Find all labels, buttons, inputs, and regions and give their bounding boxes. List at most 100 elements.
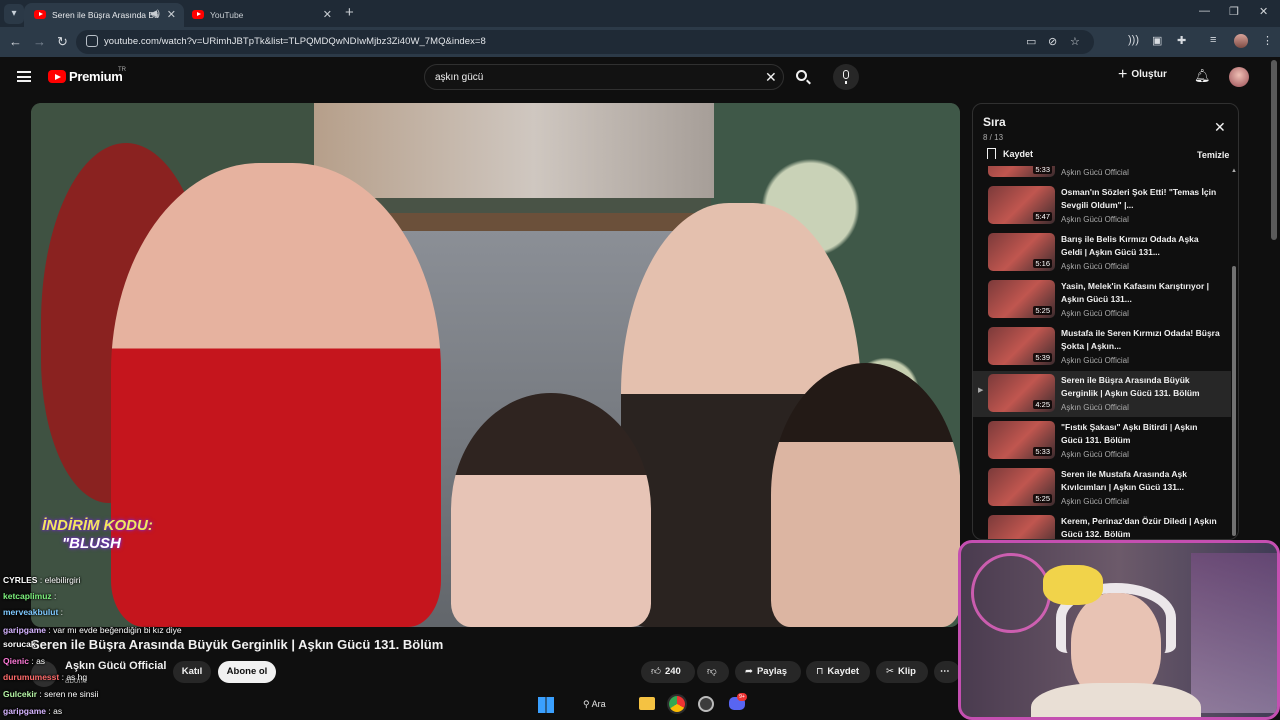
reload-icon[interactable]: ↻	[57, 34, 68, 50]
restore-icon[interactable]: ❐	[1229, 5, 1239, 18]
audio-playing-icon[interactable]: ◀)	[150, 8, 160, 19]
like-button[interactable]: 👍︎ 240	[641, 661, 695, 683]
reading-list-icon[interactable]: ≡	[1210, 34, 1216, 46]
channel-name[interactable]: Aşkın Gücü Official	[65, 660, 166, 672]
scroll-up-icon[interactable]: ▲	[1231, 168, 1237, 174]
voice-search-button[interactable]	[833, 64, 859, 90]
back-icon[interactable]: ←	[9, 34, 22, 49]
browser-profile-avatar[interactable]	[1234, 34, 1248, 48]
subscribe-button[interactable]: Abone ol	[218, 661, 276, 683]
duration: 4:25	[1033, 400, 1052, 409]
queue-item[interactable]: 5:25 Seren ile Mustafa Arasında Aşk Kıvı…	[973, 465, 1231, 511]
queue-scroll-thumb[interactable]	[1232, 266, 1236, 536]
chat-line: garipgame : as	[3, 706, 62, 716]
tab-youtube[interactable]: YouTube ✕	[182, 3, 340, 27]
video-scene-poster	[314, 103, 714, 198]
notifications-bell-icon[interactable]: 🔔︎	[1194, 68, 1211, 84]
tracking-off-icon[interactable]: ⊘	[1048, 35, 1057, 48]
now-playing-icon: ▶	[978, 387, 984, 394]
more-actions-button[interactable]: ⋯	[934, 661, 960, 683]
clip-button[interactable]: ✂ Klip	[876, 661, 928, 683]
queue-item[interactable]: 5:47 Osman'ın Sözleri Şok Etti! "Temas İ…	[973, 183, 1231, 229]
chat-message: : elebilirgiri	[39, 575, 81, 585]
queue-item[interactable]: 5:39 Mustafa ile Seren Kırmızı Odada! Bü…	[973, 324, 1231, 370]
share-button[interactable]: ➦ Paylaş	[735, 661, 801, 683]
chat-message: : as	[48, 706, 63, 716]
close-queue-icon[interactable]: ✕	[1214, 119, 1226, 136]
chat-line: sorucak	[3, 639, 36, 649]
address-bar[interactable]: youtube.com/watch?v=URimhJBTpTk&list=TLP…	[76, 30, 1094, 54]
chat-message: : as	[31, 656, 46, 666]
queue-item[interactable]: 5:33 "Fıstık Şakası" Aşkı Bitirdi | Aşkı…	[973, 418, 1231, 464]
chat-user: Gulcekir	[3, 689, 38, 699]
queue-item[interactable]: 5:16 Barış ile Belis Kırmızı Odada Aşka …	[973, 230, 1231, 276]
queue-video-title: "Fıstık Şakası" Aşkı Bitirdi | Aşkın Güc…	[1061, 422, 1198, 445]
queue-thumbnail	[988, 515, 1055, 539]
account-avatar[interactable]	[1229, 67, 1249, 87]
file-explorer-icon[interactable]	[639, 697, 655, 710]
forward-icon[interactable]: →	[33, 34, 46, 49]
windows-start-icon[interactable]	[538, 697, 554, 713]
tab-close-icon[interactable]: ✕	[323, 8, 332, 21]
queue-item[interactable]: Kerem, Perinaz'dan Özür Diledi | Aşkın G…	[973, 512, 1231, 539]
join-button[interactable]: Katıl	[173, 661, 211, 683]
chat-line: Gulcekir : seren ne sinsii	[3, 689, 98, 699]
queue-thumbnail: 4:25	[988, 374, 1055, 412]
tab-close-icon[interactable]: ✕	[167, 8, 176, 21]
plus-icon: +	[1118, 66, 1128, 83]
cast-icon[interactable]: ▭	[1026, 35, 1036, 48]
menu-icon[interactable]	[17, 71, 31, 82]
app-icon[interactable]	[698, 696, 714, 712]
save-button[interactable]: ⊓ Kaydet	[806, 661, 870, 683]
bookmark-icon: ⊓	[816, 666, 824, 677]
webcam-shelf	[1191, 553, 1277, 713]
more-icon: ⋯	[940, 666, 950, 677]
dislike-button[interactable]: 👎︎	[697, 661, 729, 683]
search-button[interactable]	[786, 64, 818, 90]
taskbar-search[interactable]: ⚲ Ara	[583, 699, 606, 720]
tab-active-video[interactable]: Seren ile Büşra Arasında Bü ◀) ✕	[24, 3, 184, 27]
page-scrollbar[interactable]	[1271, 60, 1277, 240]
youtube-premium-wordmark[interactable]: Premium	[69, 69, 123, 84]
queue-item[interactable]: 5:25 Yasin, Melek'in Kafasını Karıştırıy…	[973, 277, 1231, 323]
minimize-icon[interactable]: —	[1199, 5, 1210, 17]
bookmark-star-icon[interactable]: ☆	[1070, 35, 1080, 48]
video-scene-person-red-dress	[111, 163, 441, 627]
extensions-puzzle-icon[interactable]: ✚	[1177, 34, 1186, 47]
queue-item-current[interactable]: ▶ 4:25 Seren ile Büşra Arasında Büyük Ge…	[973, 371, 1231, 417]
taskbar-search-label: Ara	[591, 699, 606, 709]
queue-channel: Aşkın Gücü Official	[1061, 215, 1129, 224]
url-text: youtube.com/watch?v=URimhJBTpTk&list=TLP…	[104, 36, 486, 47]
notification-badge: 9+	[737, 693, 747, 701]
queue-scrollbar[interactable]: ▲	[1231, 166, 1237, 539]
save-queue-label: Kaydet	[1003, 149, 1034, 159]
clear-queue-button[interactable]: Temizle	[1197, 150, 1229, 160]
chat-user: garipgame	[3, 625, 46, 635]
queue-thumbnail: 5:47	[988, 186, 1055, 224]
youtube-favicon-icon	[192, 10, 204, 19]
queue-thumbnail: 5:25	[988, 468, 1055, 506]
extension-box-icon[interactable]: ▣	[1152, 34, 1162, 47]
new-tab-button[interactable]: +	[345, 4, 354, 21]
close-window-icon[interactable]: ✕	[1259, 5, 1268, 18]
video-scene-person-right	[771, 363, 960, 627]
search-icon	[796, 70, 807, 81]
clear-search-icon[interactable]: ✕	[765, 69, 777, 86]
chat-line: merveakbulut :	[3, 607, 63, 617]
chat-line: Qienic : as	[3, 656, 45, 666]
duration: 5:39	[1033, 353, 1052, 362]
tab-search-icon[interactable]: ▾	[4, 4, 24, 24]
queue-item[interactable]: 5:33 Aşkın Gücü Official	[973, 166, 1231, 182]
create-button[interactable]: + Oluştur	[1118, 66, 1167, 86]
save-queue-button[interactable]: Kaydet	[987, 148, 1033, 159]
search-input[interactable]: aşkın gücü ✕	[424, 64, 784, 90]
chat-message: : seren ne sinsii	[39, 689, 99, 699]
video-player[interactable]: İNDİRİM KODU: "BLUSH	[31, 103, 960, 627]
browser-menu-icon[interactable]: ⋮	[1262, 34, 1273, 47]
youtube-logo-icon[interactable]	[48, 70, 66, 83]
webcam-neon-sign	[971, 553, 1051, 633]
extension-audio-icon[interactable]: )))	[1128, 34, 1139, 46]
site-info-icon[interactable]	[86, 35, 98, 47]
chrome-icon[interactable]	[669, 696, 685, 712]
webcam-hoodie	[1031, 683, 1201, 717]
